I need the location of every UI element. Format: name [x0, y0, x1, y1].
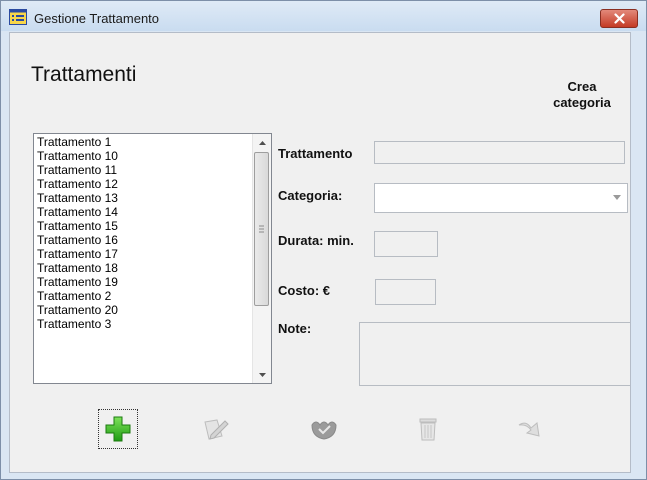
edit-button[interactable]	[196, 409, 236, 449]
add-button[interactable]	[98, 409, 138, 449]
grip-icon	[259, 225, 264, 233]
durata-label: Durata: min.	[278, 233, 354, 248]
list-item[interactable]: Trattamento 3	[37, 317, 249, 331]
undo-arrow-icon	[518, 422, 540, 437]
list-item[interactable]: Trattamento 20	[37, 303, 249, 317]
list-item[interactable]: Trattamento 1	[37, 135, 249, 149]
list-item[interactable]: Trattamento 15	[37, 219, 249, 233]
list-items: Trattamento 1 Trattamento 10 Trattamento…	[37, 135, 249, 331]
close-button[interactable]	[600, 9, 638, 28]
list-item[interactable]: Trattamento 13	[37, 191, 249, 205]
save-button[interactable]	[304, 409, 344, 449]
trattamento-input[interactable]	[375, 142, 624, 163]
undo-button[interactable]	[510, 409, 550, 449]
list-item[interactable]: Trattamento 14	[37, 205, 249, 219]
crea-label-line2: categoria	[553, 95, 611, 110]
chevron-down-icon	[613, 195, 621, 200]
list-item[interactable]: Trattamento 11	[37, 163, 249, 177]
costo-label: Costo: €	[278, 283, 330, 298]
durata-input[interactable]	[375, 232, 437, 256]
trattamenti-listbox[interactable]: Trattamento 1 Trattamento 10 Trattamento…	[33, 133, 272, 384]
note-textarea[interactable]	[360, 323, 630, 385]
list-item[interactable]: Trattamento 16	[37, 233, 249, 247]
list-item[interactable]: Trattamento 12	[37, 177, 249, 191]
scroll-up-icon	[258, 140, 266, 145]
trattamento-label: Trattamento	[278, 146, 353, 161]
scroll-down-icon	[258, 372, 266, 377]
note-label: Note:	[278, 321, 312, 336]
client-area: Trattamenti Crea categoria Trattamento 1…	[9, 32, 631, 473]
list-scrollbar[interactable]	[252, 134, 271, 383]
list-item[interactable]: Trattamento 18	[37, 261, 249, 275]
delete-button[interactable]	[408, 409, 448, 449]
trattamento-field[interactable]	[374, 141, 625, 164]
crea-categoria-button[interactable]: Crea categoria	[532, 79, 630, 111]
crea-label-line1: Crea	[567, 79, 597, 94]
categoria-select[interactable]	[374, 183, 628, 213]
list-item[interactable]: Trattamento 10	[37, 149, 249, 163]
costo-field[interactable]	[375, 279, 436, 305]
add-plus-icon	[105, 416, 131, 442]
scroll-down-button[interactable]	[253, 366, 271, 383]
trash-icon	[419, 418, 437, 441]
list-item[interactable]: Trattamento 17	[37, 247, 249, 261]
title-bar[interactable]: Gestione Trattamento	[1, 1, 646, 31]
save-icon	[311, 421, 337, 440]
edit-icon	[204, 419, 229, 440]
scroll-up-button[interactable]	[253, 134, 271, 151]
close-icon	[613, 13, 625, 24]
window-title: Gestione Trattamento	[34, 11, 160, 26]
page-title: Trattamenti	[31, 63, 137, 86]
durata-field[interactable]	[374, 231, 438, 257]
app-list-icon	[9, 9, 27, 25]
window: Gestione Trattamento Trattamenti Crea ca…	[0, 0, 647, 480]
costo-input[interactable]	[376, 280, 435, 304]
scroll-thumb[interactable]	[254, 152, 269, 306]
note-field[interactable]	[359, 322, 630, 386]
list-item[interactable]: Trattamento 19	[37, 275, 249, 289]
list-item[interactable]: Trattamento 2	[37, 289, 249, 303]
categoria-label: Categoria:	[278, 188, 343, 203]
